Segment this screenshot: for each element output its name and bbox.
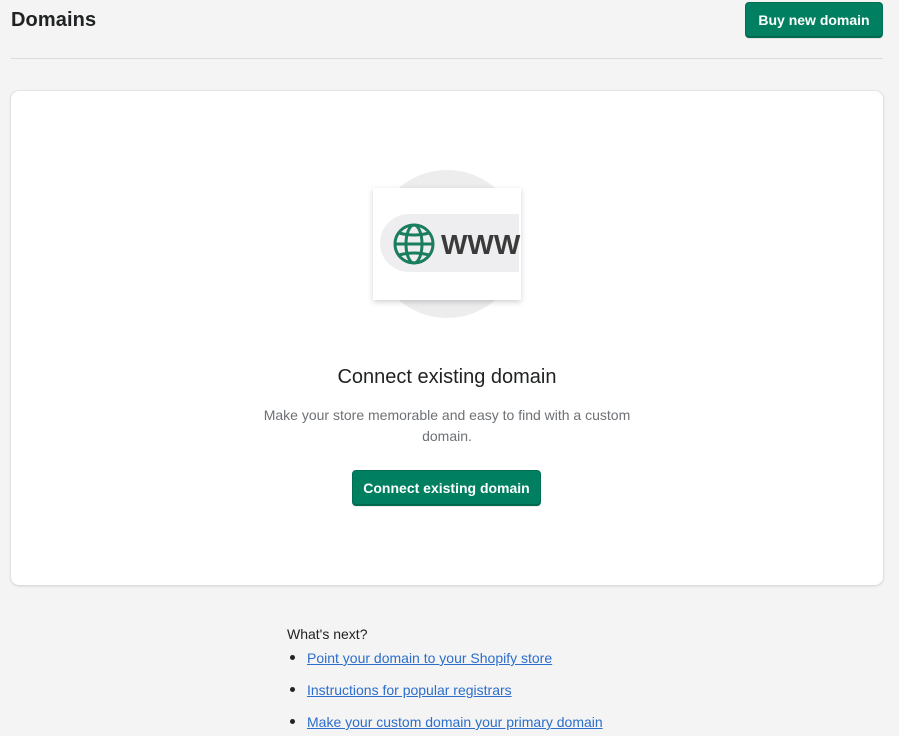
bullet-icon [290,719,295,724]
list-item: Point your domain to your Shopify store [287,650,707,682]
list-item: Instructions for popular registrars [287,682,707,714]
whats-next-list: Point your domain to your Shopify store … [287,650,707,736]
connect-existing-domain-button[interactable]: Connect existing domain [352,470,541,506]
buy-new-domain-button[interactable]: Buy new domain [745,2,883,38]
page-header: Domains Buy new domain [11,0,883,59]
www-text: WWW [441,229,521,260]
empty-state-card: WWW Connect existing domain Make your st… [11,91,883,585]
point-domain-link[interactable]: Point your domain to your Shopify store [307,650,552,666]
bullet-icon [290,655,295,660]
empty-state-description: Make your store memorable and easy to fi… [263,407,631,444]
whats-next-section: What's next? Point your domain to your S… [287,626,707,736]
list-item: Make your custom domain your primary dom… [287,714,707,736]
domain-illustration: WWW [373,170,521,318]
whats-next-title: What's next? [287,626,368,642]
registrar-instructions-link[interactable]: Instructions for popular registrars [307,682,512,698]
empty-state-heading: Connect existing domain [337,366,557,388]
domains-page: Domains Buy new domain WWW Connect exist… [0,0,899,736]
primary-domain-link[interactable]: Make your custom domain your primary dom… [307,714,603,730]
bullet-icon [290,687,295,692]
page-title: Domains [11,9,97,31]
